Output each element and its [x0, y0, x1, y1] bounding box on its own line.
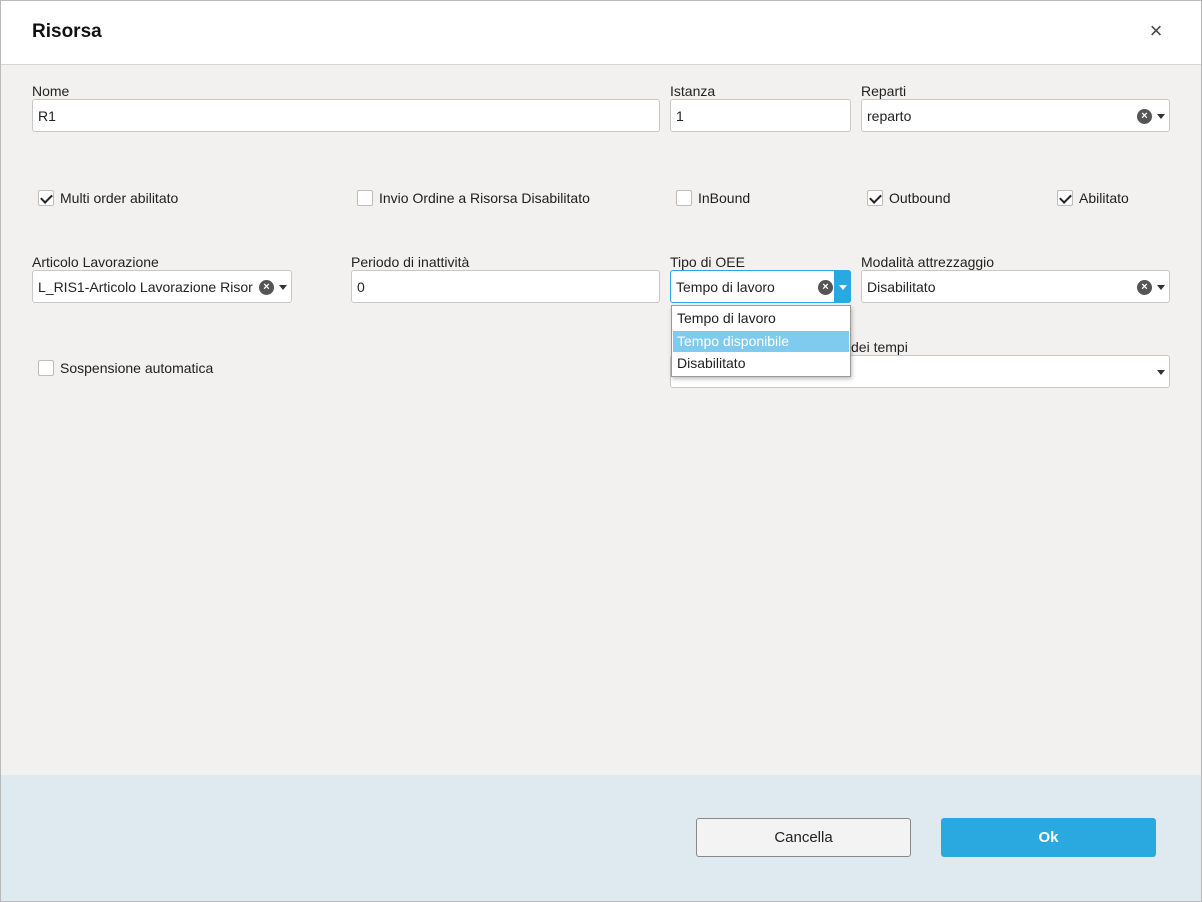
invio-ordine-label: Invio Ordine a Risorsa Disabilitato [379, 190, 590, 206]
reparti-label: Reparti [861, 83, 907, 99]
periodo-label: Periodo di inattività [351, 254, 470, 270]
modalita-value: Disabilitato [867, 279, 936, 295]
close-icon[interactable]: × [1144, 19, 1168, 43]
check-icon [869, 191, 882, 204]
inbound-label: InBound [698, 190, 751, 206]
clear-icon[interactable]: × [818, 280, 833, 295]
tipo-oee-select[interactable]: Tempo di lavoro × [670, 270, 851, 303]
chevron-down-icon[interactable] [1157, 370, 1165, 375]
ok-button[interactable]: Ok [941, 818, 1156, 857]
modalita-label: Modalità attrezzaggio [861, 254, 995, 270]
dropdown-option-tempo-disponibile[interactable]: Tempo disponibile [673, 331, 849, 352]
multi-order-checkbox[interactable] [38, 190, 54, 206]
sospensione-checkbox[interactable] [38, 360, 54, 376]
periodo-value: 0 [357, 279, 365, 295]
articolo-value: L_RIS1-Articolo Lavorazione Risor... [38, 279, 253, 295]
chevron-down-icon[interactable] [279, 285, 287, 290]
outbound-label: Outbound [889, 190, 951, 206]
cancel-button[interactable]: Cancella [696, 818, 911, 857]
check-icon [40, 191, 53, 204]
periodo-input[interactable]: 0 [351, 270, 660, 303]
chevron-down-icon [839, 285, 847, 290]
clear-icon[interactable]: × [1137, 109, 1152, 124]
dialog-title: Risorsa [32, 21, 102, 42]
articolo-label: Articolo Lavorazione [32, 254, 159, 270]
clear-icon[interactable]: × [259, 280, 274, 295]
inbound-checkbox[interactable] [676, 190, 692, 206]
nome-value: R1 [38, 108, 56, 124]
abilitato-label: Abilitato [1079, 190, 1129, 206]
multi-order-label: Multi order abilitato [60, 190, 179, 206]
dialog-footer: Cancella Ok [1, 775, 1201, 901]
risorsa-dialog: Risorsa × Nome R1 Istanza 1 Reparti repa… [0, 0, 1202, 902]
outbound-checkbox[interactable] [867, 190, 883, 206]
tipo-oee-dropdown-list: Tempo di lavoro Tempo disponibile Disabi… [671, 305, 851, 377]
clear-icon[interactable]: × [1137, 280, 1152, 295]
chevron-down-icon[interactable] [1157, 285, 1165, 290]
abilitato-checkbox[interactable] [1057, 190, 1073, 206]
istanza-value: 1 [676, 108, 684, 124]
tipo-oee-value: Tempo di lavoro [676, 279, 775, 295]
istanza-input[interactable]: 1 [670, 99, 851, 132]
istanza-label: Istanza [670, 83, 716, 99]
tipo-oee-label: Tipo di OEE [670, 254, 745, 270]
tempi-label: dei tempi [851, 339, 908, 355]
nome-input[interactable]: R1 [32, 99, 660, 132]
invio-ordine-checkbox[interactable] [357, 190, 373, 206]
modalita-select[interactable]: Disabilitato × [861, 270, 1170, 303]
chevron-down-icon[interactable] [1157, 114, 1165, 119]
nome-label: Nome [32, 83, 70, 99]
dialog-header: Risorsa × [1, 1, 1201, 65]
articolo-select[interactable]: L_RIS1-Articolo Lavorazione Risor... × [32, 270, 292, 303]
reparti-select[interactable]: reparto × [861, 99, 1170, 132]
check-icon [1059, 191, 1072, 204]
tipo-oee-dropdown-button[interactable] [834, 270, 851, 303]
sospensione-label: Sospensione automatica [60, 360, 214, 376]
reparti-value: reparto [867, 108, 912, 124]
dropdown-option-disabilitato[interactable]: Disabilitato [673, 353, 849, 374]
dropdown-option-tempo-di-lavoro[interactable]: Tempo di lavoro [673, 308, 849, 329]
